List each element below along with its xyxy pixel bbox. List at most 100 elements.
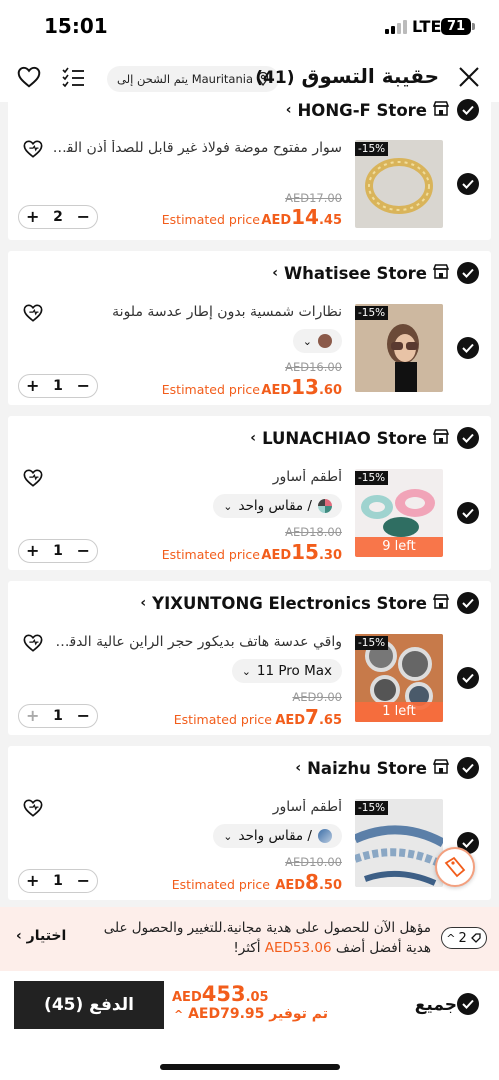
product-title[interactable]: أطقم أساور (52, 469, 342, 485)
free-gift-banner[interactable]: ^ 2 مؤهل الآن للحصول على هدية مجانية.للت… (0, 907, 499, 971)
variant-selector[interactable]: ⌄ (292, 329, 342, 353)
store-select-checkbox[interactable] (457, 427, 479, 449)
chevron-left-icon: ‹ (295, 760, 302, 776)
status-bar: 15:01 LTE 71 (0, 0, 499, 54)
shipping-text: يتم الشحن إلى Mauritania (117, 72, 253, 86)
variant-selector[interactable]: ⌄ 11 Pro Max (231, 659, 342, 683)
store-select-checkbox[interactable] (457, 757, 479, 779)
signal-icon (385, 20, 407, 34)
store-name: YIXUNTONG Electronics Store (152, 593, 427, 613)
store-select-checkbox[interactable] (457, 99, 479, 121)
product-title[interactable]: أطقم أساور (52, 799, 342, 815)
variant-label: / مقاس واحد (238, 498, 313, 514)
increase-qty-button[interactable]: + (26, 209, 39, 225)
select-all-label[interactable]: جميع (415, 995, 457, 1015)
item-select-checkbox[interactable] (457, 667, 479, 689)
estimated-price-label: Estimated price (171, 877, 270, 892)
product-title[interactable]: نظارات شمسية بدون إطار عدسة ملونة (52, 304, 342, 320)
product-image[interactable]: -15% (355, 140, 443, 228)
decrease-qty-button[interactable]: − (77, 708, 90, 724)
item-select-checkbox[interactable] (457, 502, 479, 524)
sale-price: AED8.50 (275, 870, 342, 894)
increase-qty-button[interactable]: + (26, 708, 39, 724)
item-select-checkbox[interactable] (457, 337, 479, 359)
decrease-qty-button[interactable]: − (77, 873, 90, 889)
quantity-value[interactable]: 1 (53, 708, 63, 724)
decrease-qty-button[interactable]: − (77, 378, 90, 394)
move-to-wishlist-icon[interactable] (22, 303, 44, 323)
discount-badge: -15% (355, 801, 389, 815)
estimated-price-label: Estimated price (161, 547, 260, 562)
gift-count-badge: ^ 2 (441, 927, 487, 949)
battery-icon: 71 (441, 18, 471, 35)
store-name: HONG-F Store (297, 100, 428, 120)
quantity-stepper: + 1 − (18, 374, 98, 398)
item-select-checkbox[interactable] (457, 173, 479, 195)
store-icon (432, 758, 450, 778)
store-icon (432, 263, 450, 283)
select-all-checkbox[interactable] (457, 993, 479, 1015)
store-select-checkbox[interactable] (457, 262, 479, 284)
close-icon[interactable] (456, 64, 484, 92)
choose-gift-button[interactable]: ‹ اختيار (16, 928, 66, 944)
store-header[interactable]: ‹ YIXUNTONG Electronics Store (140, 591, 450, 615)
shipping-location-pill[interactable]: يتم الشحن إلى Mauritania (107, 66, 279, 92)
product-image[interactable]: -15% 9 left (355, 469, 443, 557)
product-image[interactable]: -15% (355, 799, 443, 887)
store-header[interactable]: ‹ LUNACHIAO Store (250, 426, 450, 450)
discount-badge: -15% (355, 142, 389, 156)
original-price: AED10.00 (285, 855, 342, 869)
network-label: LTE (412, 17, 442, 36)
store-icon (432, 428, 450, 448)
cart-count: (41) (255, 68, 295, 88)
variant-selector[interactable]: ⌄ / مقاس واحد (213, 494, 342, 518)
coupon-float-button[interactable] (435, 847, 475, 887)
product-image[interactable]: -15% 1 left (355, 634, 443, 722)
chevron-left-icon: ‹ (250, 430, 257, 446)
store-header[interactable]: ‹ HONG-F Store (286, 99, 450, 122)
quantity-value[interactable]: 1 (53, 873, 63, 889)
quantity-value[interactable]: 2 (53, 209, 63, 225)
sale-price: AED14.45 (261, 205, 342, 229)
quantity-value[interactable]: 1 (53, 378, 63, 394)
variant-selector[interactable]: ⌄ / مقاس واحد (213, 824, 342, 848)
cart-item-card: ‹ Whatisee Store -15% نظارات شمسية بدون … (8, 251, 491, 405)
store-header[interactable]: ‹ Whatisee Store (272, 261, 450, 285)
quantity-value[interactable]: 1 (53, 543, 63, 559)
increase-qty-button[interactable]: + (26, 543, 39, 559)
list-check-icon[interactable] (60, 64, 88, 92)
checkout-button[interactable]: الدفع (45) (14, 981, 164, 1029)
store-header[interactable]: ‹ Naizhu Store (295, 756, 450, 780)
chevron-down-icon: ⌄ (223, 829, 233, 843)
gift-tag-icon (470, 933, 481, 943)
color-swatch (318, 334, 332, 348)
decrease-qty-button[interactable]: − (77, 543, 90, 559)
wishlist-heart-icon[interactable] (16, 64, 44, 92)
gift-count: 2 (458, 930, 467, 946)
move-to-wishlist-icon[interactable] (22, 633, 44, 653)
home-indicator (160, 1064, 340, 1070)
cart-item-card: ‹ Naizhu Store -15% أطقم أساور ⌄ / مقاس … (8, 746, 491, 900)
move-to-wishlist-icon[interactable] (22, 798, 44, 818)
product-title[interactable]: واقي عدسة هاتف بديكور حجر الراين عالية ا… (52, 634, 342, 650)
total-price: AED453.05 (172, 982, 269, 1006)
gift-line-1: مؤهل الآن للحصول على هدية مجانية.للتغيير… (103, 920, 431, 936)
choose-gift-label: اختيار (26, 928, 67, 944)
page-title: حقيبة التسوق (41) (255, 64, 439, 88)
quantity-stepper: + 1 − (18, 539, 98, 563)
product-image[interactable]: -15% (355, 304, 443, 392)
product-title[interactable]: سوار مفتوح موضة فولاذ غير قابل للصدأ أذن… (52, 140, 342, 156)
checkout-bar: الدفع (45) AED453.05 تم توفير AED79.95 ^… (0, 971, 499, 1080)
store-select-checkbox[interactable] (457, 592, 479, 614)
discount-badge: -15% (355, 306, 389, 320)
move-to-wishlist-icon[interactable] (22, 139, 44, 159)
move-to-wishlist-icon[interactable] (22, 468, 44, 488)
savings-summary[interactable]: تم توفير AED79.95 ^ (174, 1006, 328, 1022)
decrease-qty-button[interactable]: − (77, 209, 90, 225)
chevron-down-icon: ⌄ (241, 664, 251, 678)
chevron-down-icon: ⌄ (302, 334, 312, 348)
increase-qty-button[interactable]: + (26, 873, 39, 889)
coupon-tag-icon (444, 856, 466, 878)
chevron-left-icon: ‹ (16, 928, 22, 944)
increase-qty-button[interactable]: + (26, 378, 39, 394)
